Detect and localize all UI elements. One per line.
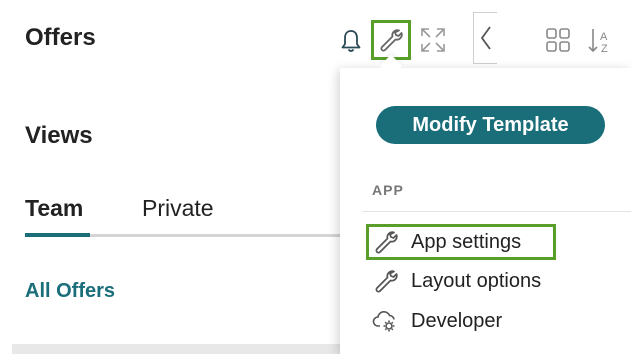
wrench-icon <box>380 29 403 52</box>
svg-text:A: A <box>600 31 608 43</box>
chevron-left-icon <box>480 26 491 50</box>
menu-item-app-settings[interactable]: App settings <box>366 224 556 260</box>
menu-item-label: App settings <box>411 230 522 253</box>
grid-icon[interactable] <box>543 25 573 55</box>
wrench-icon <box>371 266 401 296</box>
menu-item-developer[interactable]: Developer <box>366 303 502 339</box>
section-label-app: APP <box>372 182 404 198</box>
collapse-panel-button[interactable] <box>473 12 497 64</box>
bell-icon[interactable] <box>336 26 366 56</box>
all-offers-link[interactable]: All Offers <box>25 280 115 303</box>
page-title: Offers <box>25 24 96 51</box>
modify-template-button[interactable]: Modify Template <box>376 106 605 144</box>
menu-item-label: Developer <box>411 309 503 332</box>
tab-team[interactable]: Team <box>25 195 83 222</box>
app-root: Offers A Z Views Team Private All Offers… <box>0 0 631 354</box>
tab-active-indicator <box>25 233 90 237</box>
svg-text:Z: Z <box>601 43 608 54</box>
expand-icon[interactable] <box>418 25 448 55</box>
tab-private[interactable]: Private <box>142 195 214 222</box>
menu-item-layout-options[interactable]: Layout options <box>366 263 541 299</box>
wrench-icon <box>371 227 401 257</box>
section-divider <box>362 211 631 212</box>
views-title: Views <box>25 122 93 149</box>
sort-icon[interactable]: A Z <box>585 25 615 55</box>
list-row-placeholder <box>12 344 352 354</box>
menu-item-label: Layout options <box>411 269 542 292</box>
cloud-gear-icon <box>371 306 401 336</box>
